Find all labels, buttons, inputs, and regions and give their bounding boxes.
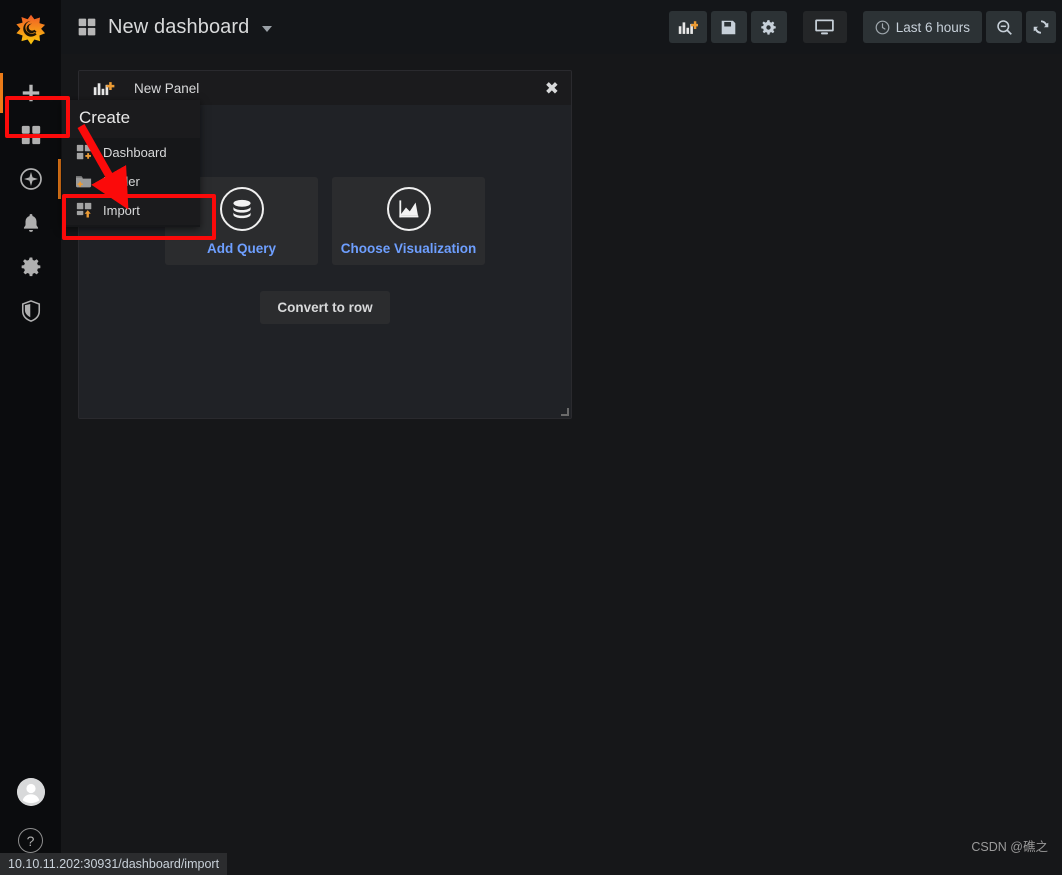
status-bar-url: 10.10.11.202:30931/dashboard/import: [0, 853, 228, 875]
question-mark-icon[interactable]: ?: [18, 828, 43, 853]
panel-title: New Panel: [134, 80, 200, 96]
create-menu-header: Create: [79, 108, 131, 127]
sidebar-item-create[interactable]: [0, 73, 61, 113]
dashboard-add-icon: [75, 144, 93, 162]
help-label: ?: [26, 832, 35, 849]
gear-icon: [761, 19, 776, 35]
bell-icon: [23, 214, 38, 232]
sidebar-item-dashboards[interactable]: [0, 113, 61, 157]
zoom-out-button[interactable]: [986, 11, 1022, 43]
watermark-text: CSDN @礁之: [971, 840, 1048, 854]
menu-item-import[interactable]: Import: [62, 196, 200, 225]
save-floppy-icon: [721, 20, 736, 34]
dashboards-grid-icon: [21, 125, 40, 145]
grafana-app-window: ? New dashboard Last 6 hours New Panel ✖…: [0, 0, 1062, 875]
refresh-icon: [1033, 20, 1049, 34]
choose-visualization-label: Choose Visualization: [340, 240, 477, 256]
dashboard-toolbar: Last 6 hours: [668, 11, 1056, 43]
menu-item-dashboard[interactable]: Dashboard: [62, 138, 200, 167]
compass-icon: [19, 168, 42, 190]
import-glyph: [76, 202, 91, 218]
time-range-label: Last 6 hours: [895, 19, 970, 35]
choose-visualization-button[interactable]: Choose Visualization: [332, 177, 485, 265]
dashboard-add-glyph: [76, 144, 91, 160]
panel-resize-handle[interactable]: [559, 406, 569, 416]
add-panel-icon: [678, 21, 698, 34]
status-url-text: 10.10.11.202:30931/dashboard/import: [8, 857, 220, 871]
sidebar-nav-list: [0, 73, 61, 333]
menu-item-import-label: Import: [103, 203, 140, 218]
sidebar-item-explore[interactable]: [0, 157, 61, 201]
dashboard-grid-icon: [78, 18, 96, 36]
database-glyph: [232, 199, 251, 218]
chevron-down-icon[interactable]: [262, 26, 273, 32]
menu-item-folder[interactable]: Folder: [62, 167, 200, 196]
left-sidebar: ?: [0, 0, 61, 875]
plus-icon: [22, 84, 39, 102]
save-dashboard-button[interactable]: [710, 11, 747, 43]
add-panel-button[interactable]: [668, 11, 707, 43]
sidebar-explore-accent: [58, 159, 61, 199]
graph-area-icon: [386, 186, 431, 231]
close-icon[interactable]: ✖: [545, 80, 559, 97]
sidebar-item-server-admin[interactable]: [0, 289, 61, 333]
sidebar-item-alerting[interactable]: [0, 201, 61, 245]
folder-add-glyph: [76, 175, 92, 187]
menu-item-dashboard-label: Dashboard: [103, 145, 167, 160]
dashboard-title-button[interactable]: New dashboard: [77, 15, 273, 39]
folder-add-icon: [75, 173, 93, 191]
top-navbar: New dashboard Last 6 hours: [61, 0, 1062, 54]
create-dropdown-menu: Create Dashboard Folder Import: [62, 100, 200, 227]
tv-mode-button[interactable]: [802, 11, 847, 43]
shield-icon: [21, 300, 40, 322]
grafana-logo-svg: [15, 14, 45, 44]
user-avatar-icon[interactable]: [16, 778, 45, 806]
sidebar-item-configuration[interactable]: [0, 245, 61, 289]
add-panel-icon: [93, 82, 115, 96]
database-icon: [219, 186, 264, 231]
add-query-label: Add Query: [206, 240, 276, 256]
dashboard-settings-button[interactable]: [750, 11, 787, 43]
page-title: New dashboard: [108, 15, 250, 38]
avatar-silhouette: [16, 778, 45, 806]
grafana-logo-icon[interactable]: [0, 0, 61, 61]
create-menu-list: Dashboard Folder Import: [62, 138, 200, 227]
sidebar-active-accent: [0, 73, 3, 113]
graph-area-glyph: [398, 199, 418, 217]
magnifier-minus-icon: [996, 19, 1012, 35]
time-range-picker[interactable]: Last 6 hours: [862, 11, 982, 43]
gear-icon: [21, 257, 40, 277]
refresh-button[interactable]: [1026, 11, 1056, 43]
clock-icon: [875, 20, 890, 34]
menu-item-folder-label: Folder: [103, 174, 140, 189]
panel-action-row: Add Query Choose Visualization: [165, 177, 485, 265]
convert-to-row-button[interactable]: Convert to row: [260, 291, 390, 324]
monitor-icon: [815, 19, 834, 35]
import-icon: [75, 202, 93, 220]
resize-bar-vertical: [567, 408, 569, 416]
